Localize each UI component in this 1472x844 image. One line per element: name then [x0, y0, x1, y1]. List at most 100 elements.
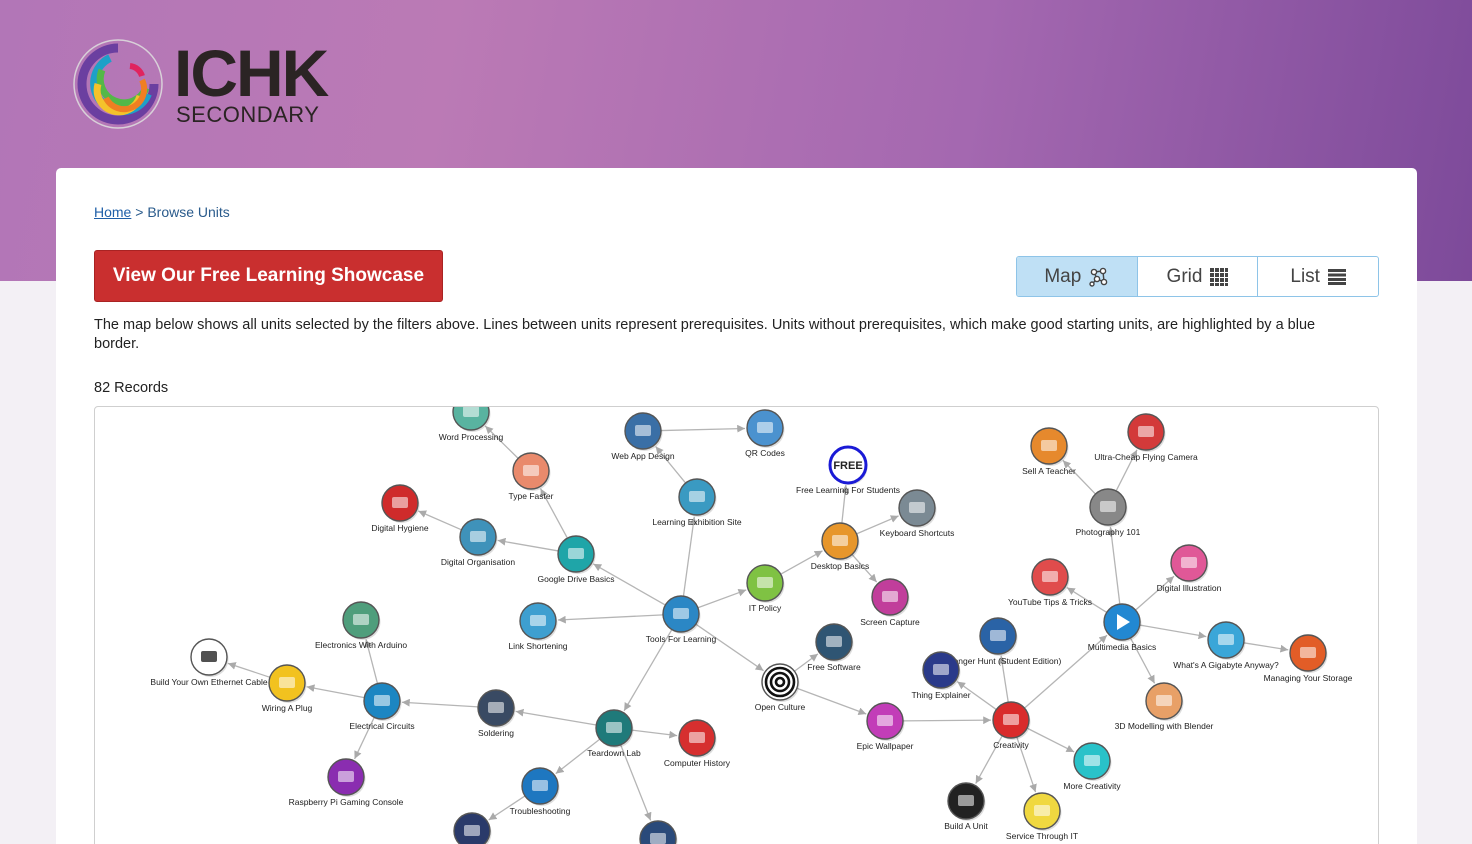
unit-node-morecreat[interactable]: More Creativity [1063, 742, 1121, 791]
unit-node-hygiene[interactable]: Digital Hygiene [371, 484, 429, 533]
unit-thumbnail-icon [689, 491, 705, 502]
unit-node-word[interactable]: Word Processing [439, 407, 504, 442]
unit-node-label: Photography 101 [1076, 527, 1141, 537]
unit-thumbnail-icon [933, 664, 949, 675]
unit-node-label: Wiring A Plug [262, 703, 313, 713]
unit-node-service[interactable]: Service Through IT [1006, 792, 1078, 841]
prerequisite-edge [1107, 526, 1121, 605]
unit-node-label: Soldering [478, 728, 514, 738]
unit-thumbnail-icon [650, 833, 666, 844]
prerequisite-edge [1135, 575, 1175, 611]
unit-node-trouble[interactable]: Troubleshooting [510, 767, 571, 816]
unit-thumbnail-icon [1034, 805, 1050, 816]
units-map[interactable]: Word Processing Web App Design QR Codes Typ… [94, 406, 1379, 844]
unit-thumbnail-icon [470, 531, 486, 542]
unit-node-epic[interactable]: Epic Wallpaper [857, 702, 914, 751]
unit-node-tools[interactable]: Tools For Learning [646, 595, 717, 644]
unit-node-label: 3D Modelling with Blender [1115, 721, 1214, 731]
unit-node-label: Digital Organisation [441, 557, 515, 567]
view-list-label: List [1290, 265, 1320, 287]
unit-thumbnail-icon [1218, 634, 1234, 645]
logo-title: ICHK [174, 36, 329, 110]
unit-node-label: Screen Capture [860, 617, 920, 627]
unit-node-storage[interactable]: Managing Your Storage [1264, 634, 1353, 683]
unit-node-screencap[interactable]: Screen Capture [860, 578, 920, 627]
unit-node-youtube[interactable]: YouTube Tips & Tricks [1008, 558, 1092, 607]
unit-node-gdrive[interactable]: Google Drive Basics [537, 535, 615, 584]
prerequisite-edge [1139, 624, 1207, 640]
rainbow-swirl-logo-icon [73, 39, 163, 129]
unit-thumbnail-icon [530, 615, 546, 626]
unit-node-label: IT Policy [749, 603, 782, 613]
unit-node-label: Type Faster [509, 491, 554, 501]
unit-node-ethernet[interactable]: Build Your Own Ethernet Cable [150, 638, 268, 687]
prerequisite-edge [631, 729, 678, 739]
unit-thumbnail-icon [338, 771, 354, 782]
unit-node-qr[interactable]: QR Codes [745, 409, 785, 458]
unit-node-label: Electrical Circuits [349, 721, 414, 731]
unit-node-label: Sell A Teacher [1022, 466, 1076, 476]
unit-thumbnail-icon [877, 715, 893, 726]
unit-node-soldering[interactable]: Soldering [477, 689, 516, 738]
unit-node-label: Free Software [807, 662, 861, 672]
unit-thumbnail-icon [1138, 426, 1154, 437]
unit-thumbnail-icon [1003, 714, 1019, 725]
unit-node-keyboard[interactable]: Keyboard Shortcuts [880, 489, 955, 538]
unit-node-photo101[interactable]: Photography 101 [1076, 488, 1141, 537]
unit-node-itpolicy[interactable]: IT Policy [746, 564, 785, 613]
unit-node-bottom1[interactable] [453, 812, 492, 844]
unit-node-freelearn[interactable]: FREE Free Learning For Students [796, 445, 900, 495]
unit-node-teardown[interactable]: Teardown Lab [587, 709, 641, 758]
breadcrumb-home-link[interactable]: Home [94, 204, 131, 220]
unit-node-freesoft[interactable]: Free Software [807, 623, 861, 672]
prerequisite-edge [902, 716, 992, 725]
unit-node-bottom2[interactable] [639, 820, 678, 844]
unit-node-typefaster[interactable]: Type Faster [509, 452, 554, 501]
unit-node-desktop[interactable]: Desktop Basics [811, 522, 870, 571]
unit-node-blender[interactable]: 3D Modelling with Blender [1115, 682, 1214, 731]
view-grid-button[interactable]: Grid [1138, 257, 1259, 296]
unit-node-exhibition[interactable]: Learning Exhibition Site [652, 478, 742, 527]
unit-node-webapp[interactable]: Web App Design [611, 412, 675, 461]
view-list-button[interactable]: List [1258, 257, 1378, 296]
prerequisite-edge [1026, 727, 1075, 753]
unit-node-label: Google Drive Basics [537, 574, 614, 584]
unit-node-illustration[interactable]: Digital Illustration [1157, 544, 1222, 593]
unit-node-sellteacher[interactable]: Sell A Teacher [1022, 427, 1076, 476]
view-map-button[interactable]: Map [1017, 257, 1138, 296]
unit-node-opencult[interactable]: Open Culture [755, 663, 806, 712]
list-icon [1327, 268, 1346, 285]
unit-node-label: Service Through IT [1006, 831, 1078, 841]
prerequisite-edge [515, 708, 597, 726]
prerequisite-edge [497, 537, 559, 552]
free-learning-showcase-button[interactable]: View Our Free Learning Showcase [94, 250, 443, 302]
unit-node-creativity[interactable]: Creativity [992, 701, 1031, 750]
unit-node-label: Computer History [664, 758, 731, 768]
school-logo[interactable]: ICHK SECONDARY [72, 36, 332, 136]
unit-node-label: Tools For Learning [646, 634, 717, 644]
unit-node-multimedia[interactable]: Multimedia Basics [1088, 603, 1157, 652]
unit-node-linkshort[interactable]: Link Shortening [508, 602, 568, 651]
unit-node-buildunit[interactable]: Build A Unit [944, 782, 988, 831]
view-toggle: Map Grid List [1016, 256, 1379, 297]
unit-node-comphist[interactable]: Computer History [664, 719, 731, 768]
unit-node-label: What's A Gigabyte Anyway? [1173, 660, 1279, 670]
unit-node-label: Electronics With Arduino [315, 640, 407, 650]
unit-node-flyingcam[interactable]: Ultra-Cheap Flying Camera [1094, 413, 1198, 462]
unit-node-label: More Creativity [1063, 781, 1121, 791]
breadcrumb: Home > Browse Units [94, 204, 230, 220]
unit-node-wiring[interactable]: Wiring A Plug [262, 664, 313, 713]
unit-node-raspberry[interactable]: Raspberry Pi Gaming Console [289, 758, 404, 807]
unit-node-label: Free Learning For Students [796, 485, 900, 495]
unit-node-label: Epic Wallpaper [857, 741, 914, 751]
prerequisite-edge [682, 516, 698, 597]
unit-thumbnail-icon [532, 780, 548, 791]
unit-thumbnail-icon [523, 465, 539, 476]
prerequisite-edge [306, 684, 365, 699]
unit-node-arduino[interactable]: Electronics With Arduino [315, 601, 407, 650]
unit-node-label: Word Processing [439, 432, 504, 442]
unit-node-circuits[interactable]: Electrical Circuits [349, 682, 415, 731]
free-badge-text: FREE [833, 460, 862, 472]
unit-node-label: QR Codes [745, 448, 785, 458]
prerequisite-edge [484, 425, 519, 459]
